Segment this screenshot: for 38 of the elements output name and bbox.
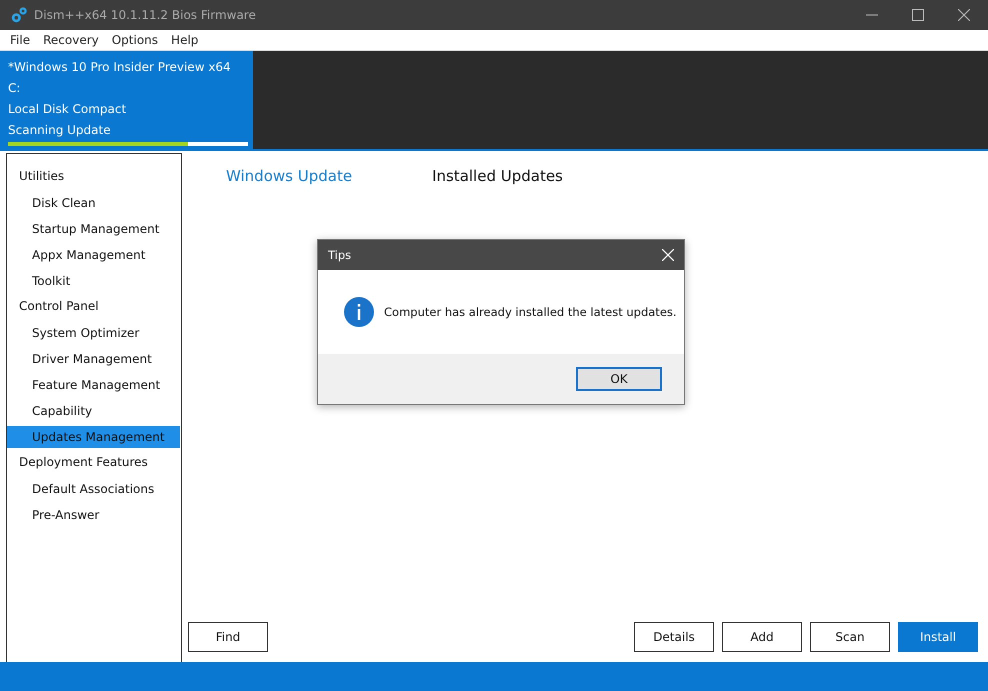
- menu-item[interactable]: File: [10, 33, 30, 47]
- menu-item[interactable]: Help: [171, 33, 198, 47]
- session-text: C:: [8, 80, 22, 97]
- sidebar-item[interactable]: Startup Management: [7, 218, 180, 240]
- session-panel[interactable]: *Windows 10 Pro Insider Preview x64 C: Local Disk Compact Scanning Update: [0, 51, 253, 149]
- maximize-icon[interactable]: [912, 9, 924, 21]
- sidebar-group[interactable]: Control Panel: [7, 296, 181, 317]
- sidebar-item[interactable]: Pre-Answer: [7, 504, 180, 526]
- sidebar-group[interactable]: Deployment Features: [7, 452, 181, 473]
- menu-item[interactable]: Options: [112, 33, 158, 47]
- session-text: *Windows 10 Pro Insider Preview x64: [8, 59, 232, 76]
- sidebar-item[interactable]: Driver Management: [7, 348, 180, 370]
- find-button[interactable]: Find: [188, 622, 268, 652]
- tab[interactable]: Installed Updates: [432, 167, 563, 185]
- dialog-message: Computer has already installed the latest updates.: [384, 305, 677, 319]
- session-text: Scanning Update: [8, 122, 112, 139]
- sidebar-group[interactable]: Utilities: [7, 166, 181, 187]
- sidebar-item[interactable]: Disk Clean: [7, 192, 180, 214]
- session-text: Local Disk Compact: [8, 101, 128, 118]
- window-title: Dism++x64 10.1.11.2 Bios Firmware: [34, 8, 257, 22]
- close-icon[interactable]: [958, 9, 970, 21]
- sidebar-item[interactable]: System Optimizer: [7, 322, 180, 344]
- sidebar-item[interactable]: Default Associations: [7, 478, 180, 500]
- info-icon: [344, 297, 374, 327]
- menu-item[interactable]: Recovery: [43, 33, 99, 47]
- sidebar-item[interactable]: Updates Management: [7, 426, 180, 448]
- sidebar-item[interactable]: Feature Management: [7, 374, 180, 396]
- sidebar-item[interactable]: Capability: [7, 400, 180, 422]
- action-button[interactable]: Add: [722, 622, 802, 652]
- ok-button[interactable]: OK: [576, 367, 662, 391]
- gears-icon: [10, 6, 28, 24]
- action-button[interactable]: Details: [634, 622, 714, 652]
- action-button[interactable]: Install: [898, 622, 978, 652]
- sidebar-item[interactable]: Toolkit: [7, 270, 180, 292]
- action-button[interactable]: Scan: [810, 622, 890, 652]
- sidebar-item[interactable]: Appx Management: [7, 244, 180, 266]
- dialog-title: Tips: [328, 248, 352, 262]
- tab[interactable]: Windows Update: [226, 167, 352, 185]
